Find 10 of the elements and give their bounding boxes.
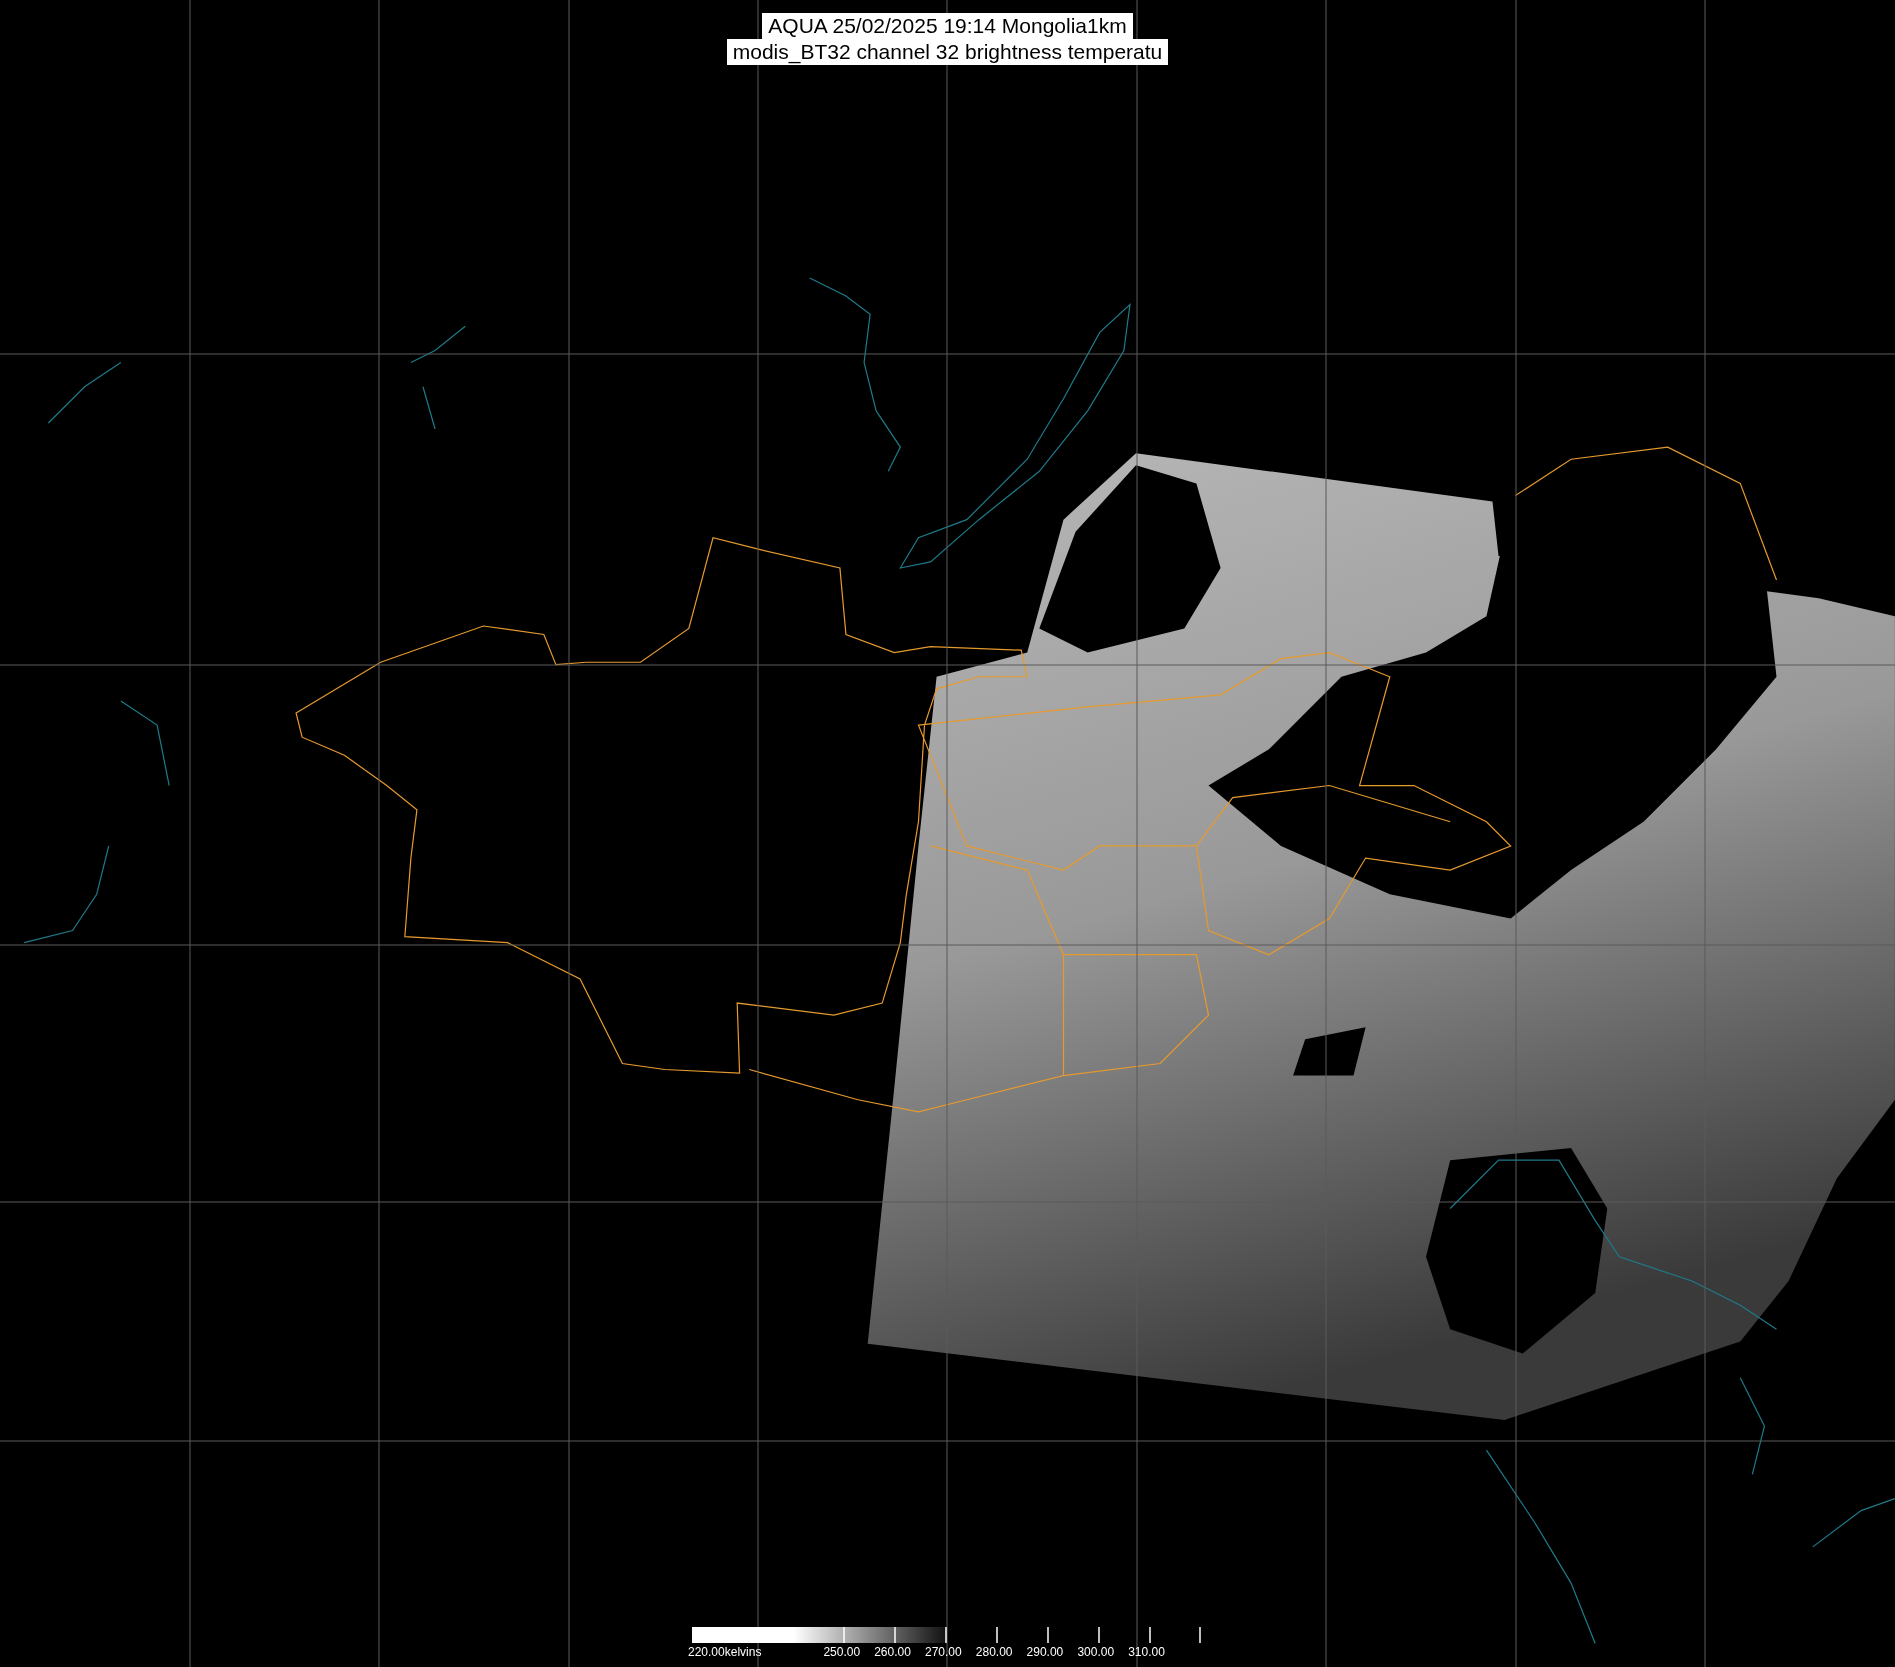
colorbar-tick-label: 310.00 — [1128, 1645, 1165, 1659]
colorbar-tick-label: 250.00 — [823, 1645, 861, 1659]
title-label: AQUA 25/02/2025 19:14 Mongolia1km — [762, 13, 1133, 39]
colorbar-tick-label: 220.00kelvins — [688, 1645, 762, 1659]
colorbar-tick-label: 280.00 — [975, 1645, 1013, 1659]
title-label: modis_BT32 channel 32 brightness temperatu — [726, 39, 1169, 65]
colorbar-tick-label: 260.00 — [874, 1645, 911, 1659]
colorbar-tick-label: 270.00 — [925, 1645, 962, 1659]
colorbar-tick-label: 290.00 — [1026, 1645, 1064, 1659]
colorbar-tick-label: 300.00 — [1077, 1645, 1115, 1659]
